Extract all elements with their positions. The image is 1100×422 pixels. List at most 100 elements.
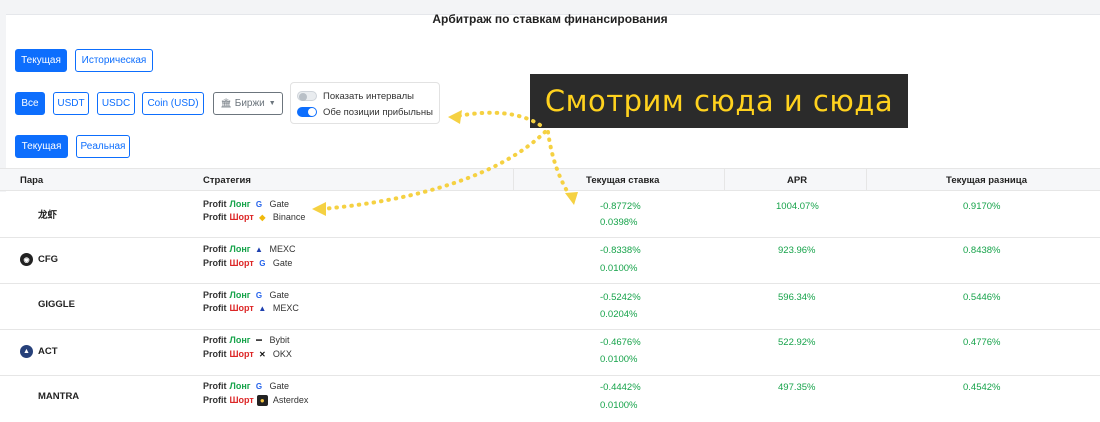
exchanges-dropdown[interactable]: 🏛 Биржи ▼ xyxy=(213,92,283,115)
pair-name: GIGGLE xyxy=(38,299,75,310)
long-label: Лонг xyxy=(229,335,251,345)
filter-usdt-button[interactable]: USDT xyxy=(53,92,89,115)
strategy-short-line: Profit Шорт G Gate xyxy=(203,257,292,269)
okx-icon: ✕ xyxy=(258,349,266,359)
apr-value: 522.92% xyxy=(778,337,816,348)
asterdex-icon: ● xyxy=(256,394,268,406)
strategy-long-line: Profit Лонг ▲ MEXC xyxy=(203,243,296,255)
long-label: Лонг xyxy=(229,199,251,209)
gate-icon: G xyxy=(255,199,263,209)
strategy-long-line: Profit Лонг G Gate xyxy=(203,198,289,210)
strategy-long-line: Profit Лонг G Gate xyxy=(203,289,289,301)
profit-label: Profit xyxy=(203,212,227,222)
tab-rate-current[interactable]: Текущая xyxy=(15,135,68,158)
both-profitable-toggle[interactable]: Обе позиции прибыльны xyxy=(297,105,433,119)
profit-label: Profit xyxy=(203,395,227,405)
profit-label: Profit xyxy=(203,199,227,209)
table-row[interactable]: GIGGLE Profit Лонг G Gate Profit Шорт ▲ … xyxy=(0,284,1100,330)
act-logo-icon: ▲ xyxy=(20,345,33,358)
current-rate-1: -0.4442% xyxy=(600,382,641,393)
pair-name: CFG xyxy=(38,254,59,265)
divider xyxy=(513,169,514,191)
tab-rate-real[interactable]: Реальная xyxy=(76,135,130,158)
long-exchange: MEXC xyxy=(269,244,296,254)
both-profitable-label: Обе позиции прибыльны xyxy=(323,106,433,118)
pair-name: ACT xyxy=(38,346,58,357)
binance-icon: ◆ xyxy=(259,212,266,222)
short-label: Шорт xyxy=(229,349,254,359)
filter-usdc-button[interactable]: USDC xyxy=(97,92,135,115)
short-label: Шорт xyxy=(229,258,254,268)
current-diff: 0.5446% xyxy=(963,292,1001,303)
chevron-down-icon: ▼ xyxy=(268,100,276,107)
short-label: Шорт xyxy=(229,212,254,222)
current-rate-2: 0.0100% xyxy=(600,400,638,411)
col-current-diff[interactable]: Текущая разница xyxy=(946,175,1027,186)
strategy-long-line: Profit Лонг G Gate xyxy=(203,380,289,392)
pair-name: MANTRA xyxy=(38,391,80,402)
exchanges-label: Биржи xyxy=(234,98,265,109)
tab-current[interactable]: Текущая xyxy=(15,49,67,72)
current-diff: 0.4542% xyxy=(963,382,1001,393)
table-row[interactable]: 龙虾 Profit Лонг G Gate Profit Шорт ◆ Bina… xyxy=(0,192,1100,238)
short-exchange: Gate xyxy=(272,258,293,268)
current-rate-1: -0.4676% xyxy=(600,337,641,348)
long-exchange: Bybit xyxy=(269,335,290,345)
col-apr[interactable]: APR xyxy=(787,175,807,186)
long-exchange: Gate xyxy=(269,290,290,300)
short-exchange: Binance xyxy=(272,212,306,222)
gate-icon: G xyxy=(255,290,263,300)
profit-label: Profit xyxy=(203,381,227,391)
strategy-short-line: Profit Шорт ✕ OKX xyxy=(203,348,292,360)
col-current-rate[interactable]: Текущая ставка xyxy=(586,175,659,186)
profit-label: Profit xyxy=(203,258,227,268)
divider xyxy=(724,169,725,191)
table-row[interactable]: MANTRA Profit Лонг G Gate Profit Шорт ● … xyxy=(0,376,1100,422)
switch-off[interactable] xyxy=(297,91,317,101)
switch-on[interactable] xyxy=(297,107,317,117)
long-label: Лонг xyxy=(229,244,251,254)
long-label: Лонг xyxy=(229,290,251,300)
gate-icon: G xyxy=(255,381,263,391)
mexc-icon: ▲ xyxy=(255,244,263,254)
filter-all-button[interactable]: Все xyxy=(15,92,45,115)
long-exchange: Gate xyxy=(269,381,290,391)
show-intervals-label: Показать интервалы xyxy=(323,90,414,102)
current-rate-1: -0.8772% xyxy=(600,201,641,212)
page-title: Арбитраж по ставкам финансирования xyxy=(432,12,668,26)
strategy-short-line: Profit Шорт ▲ MEXC xyxy=(203,302,299,314)
current-diff: 0.8438% xyxy=(963,245,1001,256)
tab-historical[interactable]: Историческая xyxy=(75,49,153,72)
current-rate-2: 0.0100% xyxy=(600,354,638,365)
annotation-banner: Смотрим сюда и сюда xyxy=(530,74,908,128)
apr-value: 1004.07% xyxy=(776,201,819,212)
profit-label: Profit xyxy=(203,335,227,345)
bank-icon: 🏛 xyxy=(220,98,232,108)
current-diff: 0.4776% xyxy=(963,337,1001,348)
filter-coin-usd-button[interactable]: Coin (USD) xyxy=(142,92,204,115)
table-header: Пара Стратегия Текущая ставка APR Текуща… xyxy=(0,168,1100,191)
table-row[interactable]: ▲ ACT Profit Лонг ▬ Bybit Profit Шорт ✕ … xyxy=(0,330,1100,376)
table-row[interactable]: ◉ CFG Profit Лонг ▲ MEXC Profit Шорт G G… xyxy=(0,238,1100,284)
short-label: Шорт xyxy=(229,395,254,405)
mexc-icon: ▲ xyxy=(258,303,267,313)
page: Арбитраж по ставкам финансирования Текущ… xyxy=(0,0,1100,422)
profit-label: Profit xyxy=(203,303,227,313)
current-rate-2: 0.0398% xyxy=(600,217,638,228)
current-rate-1: -0.5242% xyxy=(600,292,641,303)
current-rate-2: 0.0204% xyxy=(600,309,638,320)
long-exchange: Gate xyxy=(269,199,290,209)
short-exchange: Asterdex xyxy=(272,395,309,405)
col-pair[interactable]: Пара xyxy=(20,175,43,186)
col-strategy[interactable]: Стратегия xyxy=(203,175,251,186)
current-rate-1: -0.8338% xyxy=(600,245,641,256)
profit-label: Profit xyxy=(203,349,227,359)
cfg-logo-icon: ◉ xyxy=(20,253,33,266)
long-label: Лонг xyxy=(229,381,251,391)
profit-label: Profit xyxy=(203,290,227,300)
show-intervals-toggle[interactable]: Показать интервалы xyxy=(297,89,414,103)
short-exchange: MEXC xyxy=(272,303,299,313)
current-diff: 0.9170% xyxy=(963,201,1001,212)
pair-cell: ▲ ACT xyxy=(20,345,58,358)
apr-value: 923.96% xyxy=(778,245,816,256)
